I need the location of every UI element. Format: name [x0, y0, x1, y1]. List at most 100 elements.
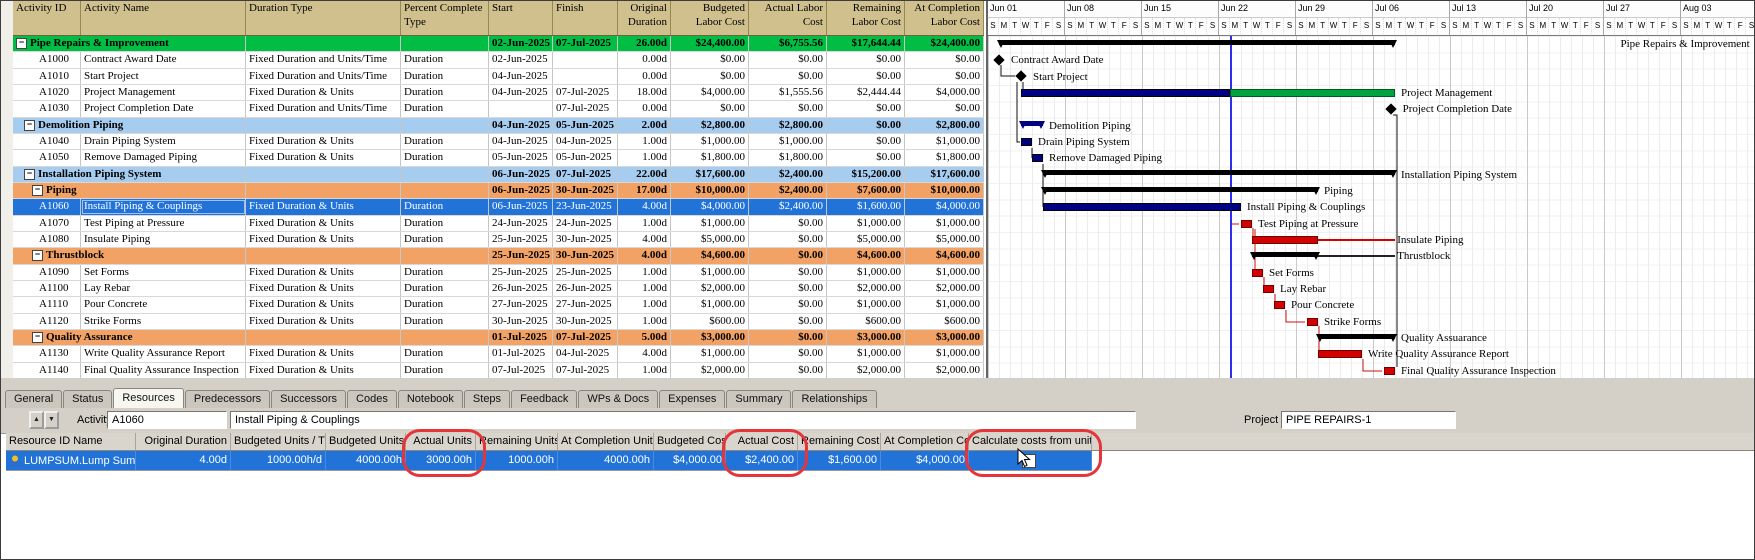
collapse-icon[interactable]: − [32, 332, 43, 343]
column-start[interactable]: Start [489, 1, 553, 35]
rcol-original-duration[interactable]: Original Duration [136, 433, 231, 450]
gantt-bar[interactable] [999, 40, 1395, 45]
rcol-resource-id-name[interactable]: Resource ID Name [6, 433, 136, 450]
gantt-bar[interactable] [1043, 187, 1318, 192]
activity-row[interactable]: A1140Final Quality Assurance InspectionF… [13, 363, 984, 379]
p6-window: Activity ID Activity Name Duration Type … [0, 0, 1755, 560]
gantt-bar[interactable] [1263, 285, 1274, 293]
activity-row[interactable]: A1010Start ProjectFixed Duration and Uni… [13, 69, 984, 85]
tab-codes[interactable]: Codes [347, 390, 397, 408]
resource-row[interactable]: LUMPSUM.Lump Sum 4.00d 1000.00h/d 4000.0… [6, 451, 1092, 471]
gantt-bar[interactable] [1021, 138, 1032, 146]
gantt-bar[interactable] [1252, 269, 1263, 277]
tab-notebook[interactable]: Notebook [398, 390, 463, 408]
milestone-marker[interactable] [1385, 103, 1396, 114]
gantt-bar[interactable] [1318, 350, 1362, 358]
calculate-costs-checkbox[interactable] [1022, 454, 1036, 468]
at-completion-labor-cost-cell: $4,600.00 [905, 248, 984, 263]
milestone-marker[interactable] [1015, 70, 1026, 81]
activity-row[interactable]: A1000Contract Award DateFixed Duration a… [13, 52, 984, 68]
gantt-bar[interactable] [1252, 236, 1318, 244]
column-activity-id[interactable]: Activity ID [13, 1, 81, 35]
activity-row[interactable]: A1130Write Quality Assurance ReportFixed… [13, 346, 984, 362]
group-band-row[interactable]: −Piping06-Jun-202530-Jun-202517.00d$10,0… [13, 183, 984, 199]
tab-summary[interactable]: Summary [726, 390, 791, 408]
rcol-calculate-costs-from-units[interactable]: Calculate costs from units [969, 433, 1092, 450]
tab-predecessors[interactable]: Predecessors [185, 390, 270, 408]
milestone-marker[interactable] [993, 54, 1004, 65]
tab-feedback[interactable]: Feedback [511, 390, 577, 408]
collapse-icon[interactable]: − [32, 185, 43, 196]
activity-name-field[interactable]: Install Piping & Couplings [230, 411, 1136, 429]
activity-id-cell: A1140 [13, 363, 81, 378]
group-band-row[interactable]: −Installation Piping System06-Jun-202507… [13, 167, 984, 183]
column-finish[interactable]: Finish [553, 1, 618, 35]
tab-expenses[interactable]: Expenses [659, 390, 725, 408]
gantt-bar[interactable] [1384, 367, 1395, 375]
rcol-at-completion-cost[interactable]: At Completion Cost [881, 433, 969, 450]
activity-row[interactable]: A1030Project Completion DateFixed Durati… [13, 101, 984, 117]
activity-row[interactable]: A1070Test Piping at PressureFixed Durati… [13, 216, 984, 232]
group-band-row[interactable]: −Quality Assurance01-Jul-202507-Jul-2025… [13, 330, 984, 346]
column-remaining-labor-cost[interactable]: Remaining Labor Cost [827, 1, 905, 35]
activity-row[interactable]: A1110Pour ConcreteFixed Duration & Units… [13, 297, 984, 313]
project-field[interactable]: PIPE REPAIRS-1 [1281, 411, 1456, 429]
group-band-row[interactable]: −Pipe Repairs & Improvement02-Jun-202507… [13, 36, 984, 52]
at-completion-labor-cost-cell: $2,000.00 [905, 281, 984, 296]
group-band-row[interactable]: −Thrustblock25-Jun-202530-Jun-20254.00d$… [13, 248, 984, 264]
column-pct-complete-type[interactable]: Percent Complete Type [401, 1, 489, 35]
tab-resources[interactable]: Resources [113, 388, 184, 408]
group-band-row[interactable]: −Demolition Piping04-Jun-202505-Jun-2025… [13, 118, 984, 134]
tab-steps[interactable]: Steps [464, 390, 510, 408]
collapse-icon[interactable]: − [32, 250, 43, 261]
column-budgeted-labor-cost[interactable]: Budgeted Labor Cost [671, 1, 749, 35]
rcol-budgeted-units[interactable]: Budgeted Units [326, 433, 406, 450]
gantt-bar[interactable] [1021, 121, 1043, 126]
gantt-bar[interactable] [1252, 252, 1318, 257]
activity-row[interactable]: A1090Set FormsFixed Duration & UnitsDura… [13, 265, 984, 281]
gantt-bar[interactable] [1032, 154, 1043, 162]
rcol-budgeted-units-time[interactable]: Budgeted Units / Time [231, 433, 326, 450]
tab-successors[interactable]: Successors [271, 390, 346, 408]
gantt-bar[interactable] [1318, 334, 1395, 339]
gantt-bar[interactable] [1318, 239, 1395, 241]
gantt-bar[interactable] [1307, 318, 1318, 326]
column-original-duration[interactable]: Original Duration [618, 1, 671, 35]
rcol-actual-units[interactable]: Actual Units [406, 433, 476, 450]
tab-relationships[interactable]: Relationships [792, 390, 876, 408]
column-duration-type[interactable]: Duration Type [246, 1, 401, 35]
column-at-completion-labor-cost[interactable]: At Completion Labor Cost [905, 1, 984, 35]
gantt-bar[interactable] [1230, 89, 1395, 97]
rcol-remaining-cost[interactable]: Remaining Cost [798, 433, 881, 450]
tab-general[interactable]: General [5, 390, 62, 408]
activity-row[interactable]: A1050Remove Damaged PipingFixed Duration… [13, 150, 984, 166]
rcol-budgeted-cost[interactable]: Budgeted Cost [654, 433, 726, 450]
activity-row[interactable]: A1080Insulate PipingFixed Duration & Uni… [13, 232, 984, 248]
gantt-bar[interactable] [1043, 170, 1395, 175]
gantt-bar[interactable] [1318, 255, 1395, 257]
nav-down-button[interactable]: ▼ [44, 411, 59, 429]
activity-row[interactable]: A1120Strike FormsFixed Duration & UnitsD… [13, 314, 984, 330]
column-activity-name[interactable]: Activity Name [81, 1, 246, 35]
collapse-icon[interactable]: − [24, 120, 35, 131]
gantt-day-letter: M [1307, 18, 1318, 34]
nav-up-button[interactable]: ▲ [29, 411, 44, 429]
rcol-actual-cost[interactable]: Actual Cost [726, 433, 798, 450]
activity-row[interactable]: A1020Project ManagementFixed Duration & … [13, 85, 984, 101]
activity-row[interactable]: A1040Drain Piping SystemFixed Duration &… [13, 134, 984, 150]
gantt-bar[interactable] [1274, 301, 1285, 309]
gantt-bar[interactable] [1241, 220, 1252, 228]
activity-row[interactable]: A1060Install Piping & CouplingsFixed Dur… [13, 199, 984, 215]
tab-status[interactable]: Status [63, 390, 112, 408]
collapse-icon[interactable]: − [16, 38, 27, 49]
gantt-bar[interactable] [1021, 89, 1230, 97]
tab-wps-docs[interactable]: WPs & Docs [578, 390, 658, 408]
start-cell: 06-Jun-2025 [489, 183, 553, 198]
column-actual-labor-cost[interactable]: Actual Labor Cost [749, 1, 827, 35]
activity-id-field[interactable]: A1060 [107, 411, 227, 429]
rcol-at-completion-units[interactable]: At Completion Units [558, 433, 654, 450]
gantt-bar[interactable] [1043, 203, 1241, 211]
activity-row[interactable]: A1100Lay RebarFixed Duration & UnitsDura… [13, 281, 984, 297]
collapse-icon[interactable]: − [24, 169, 35, 180]
rcol-remaining-units[interactable]: Remaining Units [476, 433, 558, 450]
